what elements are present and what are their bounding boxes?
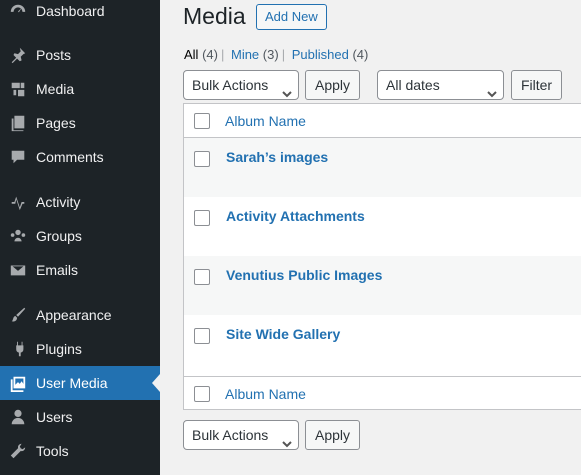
page-title: Media xyxy=(183,3,246,29)
sidebar-item-activity[interactable]: Activity xyxy=(0,185,160,219)
sidebar-item-label: Appearance xyxy=(36,307,112,323)
table-header: Album Name xyxy=(184,104,581,138)
sidebar-item-emails[interactable]: Emails xyxy=(0,253,160,287)
chevron-down-icon xyxy=(487,80,497,98)
table-row: Sarah’s images xyxy=(184,138,581,197)
sidebar-item-label: User Media xyxy=(36,375,108,391)
sidebar-item-posts[interactable]: Posts xyxy=(0,38,160,72)
filter-mine-link[interactable]: Mine (3) xyxy=(231,47,279,62)
sidebar-item-label: Plugins xyxy=(36,341,82,357)
column-footer-album-name[interactable]: Album Name xyxy=(225,386,306,402)
sidebar-item-comments[interactable]: Comments xyxy=(0,140,160,174)
activity-icon xyxy=(0,193,36,211)
bulk-actions-select-top[interactable]: Bulk Actions xyxy=(183,70,299,100)
sidebar-item-tools[interactable]: Tools xyxy=(0,434,160,468)
bulk-actions-value: Bulk Actions xyxy=(192,427,269,443)
sidebar-item-pages[interactable]: Pages xyxy=(0,106,160,140)
dashboard-icon xyxy=(0,2,36,20)
media-icon xyxy=(0,80,36,98)
sidebar-item-label: Groups xyxy=(36,228,82,244)
apply-button-top[interactable]: Apply xyxy=(305,70,360,100)
table-footer: Album Name xyxy=(184,376,581,410)
filter-all-link[interactable]: All (4) xyxy=(184,47,218,62)
dates-filter-select[interactable]: All dates xyxy=(377,70,504,100)
sidebar-item-label: Emails xyxy=(36,262,79,278)
filter-mine-count: (3) xyxy=(262,47,279,62)
dates-filter-value: All dates xyxy=(386,77,440,93)
sidebar-item-plugins[interactable]: Plugins xyxy=(0,332,160,366)
sidebar-item-label: Users xyxy=(36,409,73,425)
row-checkbox[interactable] xyxy=(194,328,210,344)
sidebar-item-dashboard[interactable]: Dashboard xyxy=(0,0,160,28)
plugin-icon xyxy=(0,340,36,358)
admin-sidebar: Dashboard Posts Media Pages Comments Act… xyxy=(0,0,160,475)
user-icon xyxy=(0,408,36,426)
album-title-link[interactable]: Site Wide Gallery xyxy=(226,326,340,342)
user-media-icon xyxy=(0,374,36,392)
filter-all-count: (4) xyxy=(202,47,218,62)
album-title-link[interactable]: Venutius Public Images xyxy=(226,267,382,283)
sidebar-item-label: Posts xyxy=(36,47,72,63)
main-content: Media Add New All (4) | Mine (3) | Publish… xyxy=(160,0,581,475)
sidebar-item-label: Pages xyxy=(36,115,76,131)
bulk-actions-value: Bulk Actions xyxy=(192,77,269,93)
row-checkbox[interactable] xyxy=(194,210,210,226)
groups-icon xyxy=(0,227,36,245)
sidebar-item-users[interactable]: Users xyxy=(0,400,160,434)
separator: | xyxy=(281,47,286,62)
status-filter-links: All (4) | Mine (3) | Published (4) xyxy=(184,47,368,62)
album-title-link[interactable]: Activity Attachments xyxy=(226,208,365,224)
wrench-icon xyxy=(0,442,36,460)
filter-published-label: Published xyxy=(291,47,349,62)
separator: | xyxy=(220,47,225,62)
filter-published-link[interactable]: Published (4) xyxy=(292,47,369,62)
filter-mine-label: Mine xyxy=(230,47,260,62)
table-row: Site Wide Gallery xyxy=(184,315,581,374)
chevron-down-icon xyxy=(282,430,292,448)
row-checkbox[interactable] xyxy=(194,151,210,167)
sidebar-item-groups[interactable]: Groups xyxy=(0,219,160,253)
table-row: Activity Attachments xyxy=(184,197,581,256)
album-title-link[interactable]: Sarah’s images xyxy=(226,149,328,165)
chevron-down-icon xyxy=(282,80,292,98)
sidebar-item-label: Comments xyxy=(36,149,104,165)
email-icon xyxy=(0,261,36,279)
filter-all-label: All xyxy=(184,47,199,62)
apply-button-bottom[interactable]: Apply xyxy=(305,420,360,450)
sidebar-item-appearance[interactable]: Appearance xyxy=(0,298,160,332)
select-all-checkbox-footer[interactable] xyxy=(194,385,210,402)
row-checkbox[interactable] xyxy=(194,269,210,285)
sidebar-item-label: Activity xyxy=(36,194,81,210)
comment-icon xyxy=(0,148,36,166)
sidebar-item-user-media[interactable]: User Media xyxy=(0,366,160,400)
sidebar-item-label: Tools xyxy=(36,443,69,459)
sidebar-item-label: Media xyxy=(36,81,75,97)
pages-icon xyxy=(0,114,36,132)
table-row: Venutius Public Images xyxy=(184,256,581,315)
bulk-actions-select-bottom[interactable]: Bulk Actions xyxy=(183,420,299,450)
sidebar-item-media[interactable]: Media xyxy=(0,72,160,106)
filter-published-count: (4) xyxy=(352,47,369,62)
column-header-album-name[interactable]: Album Name xyxy=(225,113,306,129)
pin-icon xyxy=(0,46,36,64)
brush-icon xyxy=(0,306,36,324)
sidebar-item-label: Dashboard xyxy=(36,3,105,19)
albums-table: Album Name Sarah’s images Activity Attac… xyxy=(183,103,581,410)
add-new-button[interactable]: Add New xyxy=(256,4,327,30)
filter-button[interactable]: Filter xyxy=(511,70,562,100)
select-all-checkbox[interactable] xyxy=(194,112,210,129)
